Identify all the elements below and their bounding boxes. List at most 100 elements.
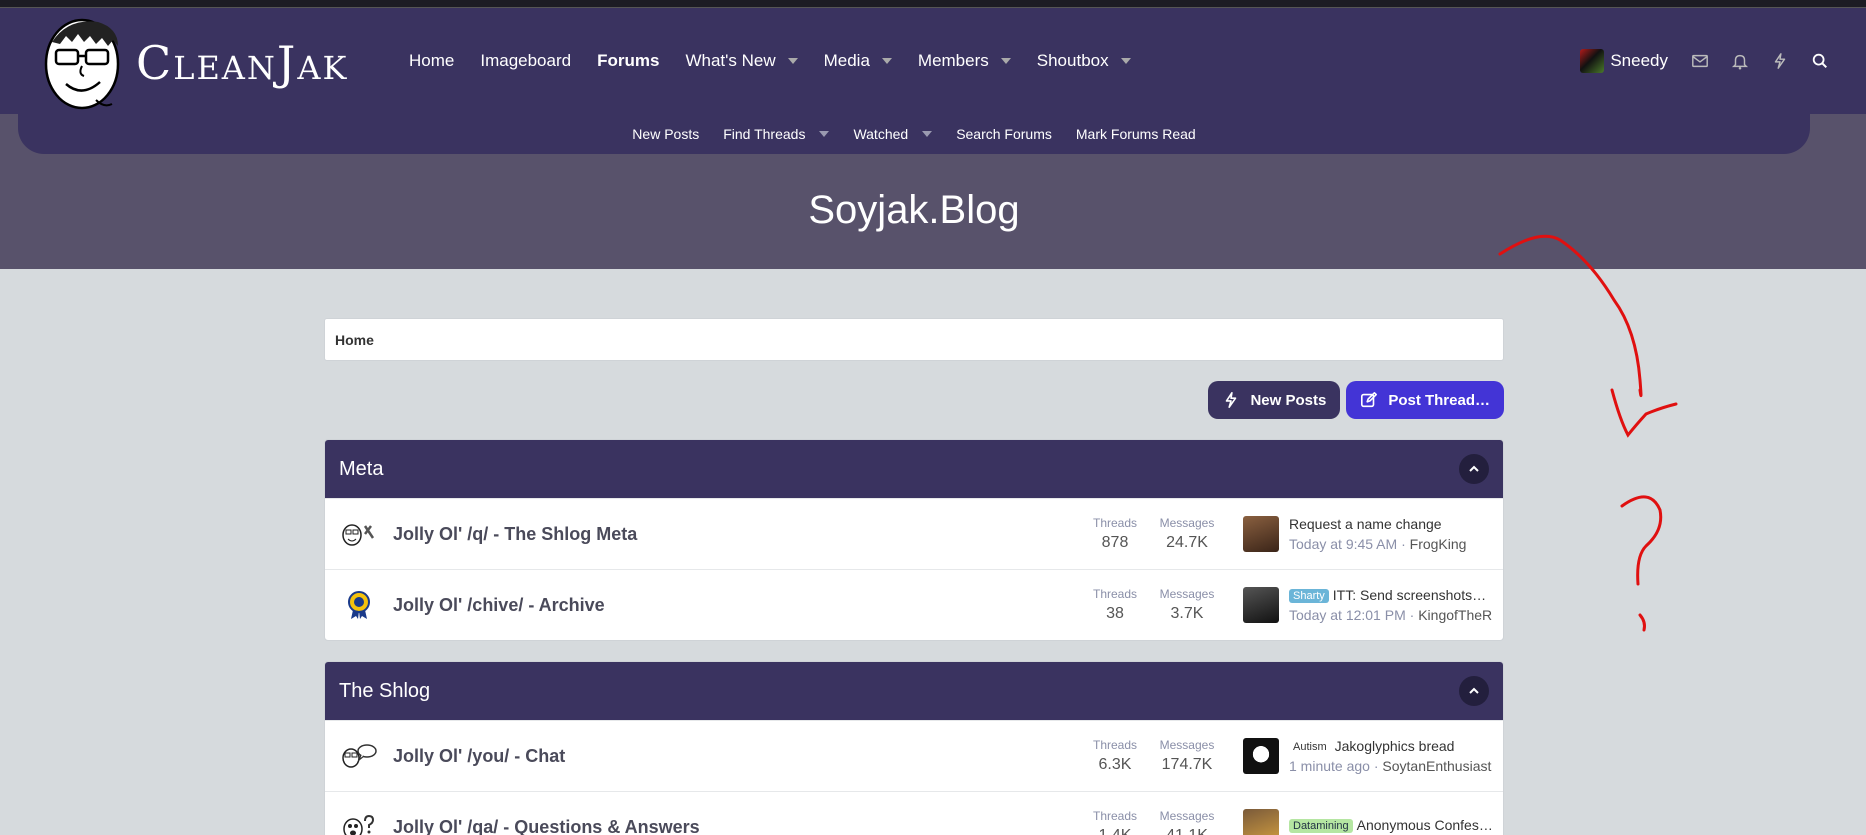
latest-post: Sharty ITT: Send screenshots… Today at 12… bbox=[1243, 587, 1503, 623]
subnav-label: Search Forums bbox=[956, 126, 1052, 142]
forum-title[interactable]: Jolly Ol' /qa/ - Questions & Answers bbox=[393, 817, 1085, 835]
latest-title-text: ITT: Send screenshots… bbox=[1332, 587, 1487, 603]
subnav-find-threads[interactable]: Find Threads bbox=[711, 126, 841, 142]
avatar[interactable] bbox=[1243, 809, 1279, 835]
latest-meta: Today at 9:45 AM · FrogKing bbox=[1289, 536, 1467, 552]
latest-title-text: Request a name change bbox=[1289, 516, 1442, 532]
avatar[interactable] bbox=[1243, 587, 1279, 623]
category-meta: Meta Jolly Ol' /q/ - The Shlog Meta Thre… bbox=[324, 439, 1504, 641]
alerts-button[interactable] bbox=[1720, 41, 1760, 81]
latest-thread-title[interactable]: Request a name change bbox=[1289, 516, 1493, 532]
latest-user[interactable]: KingofTheR bbox=[1418, 607, 1492, 623]
avatar[interactable] bbox=[1243, 738, 1279, 774]
stat-label: Messages bbox=[1159, 738, 1215, 752]
category-header: Meta bbox=[325, 440, 1503, 498]
thread-prefix: Autism bbox=[1289, 740, 1331, 754]
nav-whats-new[interactable]: What's New bbox=[672, 41, 810, 81]
stat-value: 3.7K bbox=[1170, 605, 1204, 622]
question-icon bbox=[339, 813, 379, 835]
bolt-icon bbox=[1226, 391, 1237, 409]
chevron-up-icon bbox=[1469, 687, 1479, 694]
stat-value: 38 bbox=[1106, 605, 1124, 622]
red-annotation-scribble bbox=[1498, 234, 1678, 632]
subnav-label: New Posts bbox=[632, 126, 700, 142]
account-link[interactable]: Sneedy bbox=[1568, 49, 1680, 73]
chevron-down-icon[interactable] bbox=[819, 131, 830, 137]
search-icon bbox=[1812, 53, 1828, 69]
latest-title-text: Anonymous Confes… bbox=[1356, 817, 1493, 833]
ribbon-icon bbox=[339, 590, 379, 620]
nav-label: Shoutbox bbox=[1036, 51, 1109, 70]
stat-label: Threads bbox=[1092, 587, 1138, 601]
collapse-button[interactable] bbox=[1459, 454, 1489, 484]
avatar bbox=[1580, 49, 1605, 73]
page-title: Soyjak.Blog bbox=[808, 188, 1020, 232]
latest-time: Today at 9:45 AM bbox=[1289, 536, 1398, 552]
nav-forums[interactable]: Forums bbox=[584, 41, 672, 81]
collapse-button[interactable] bbox=[1459, 676, 1489, 706]
threads-stat: Threads 6.3K bbox=[1085, 738, 1145, 774]
messages-stat: Messages 41.1K bbox=[1145, 809, 1229, 835]
subnav-label: Find Threads bbox=[723, 126, 806, 142]
category-the-shlog: The Shlog Jolly Ol' /you/ - Chat Threads… bbox=[324, 661, 1504, 835]
latest-post: Autism Jakoglyphics bread 1 minute ago · … bbox=[1243, 738, 1503, 774]
whats-new-button[interactable] bbox=[1760, 41, 1800, 81]
subnav-new-posts[interactable]: New Posts bbox=[620, 126, 711, 142]
latest-thread-title[interactable]: Sharty ITT: Send screenshots… bbox=[1289, 587, 1493, 603]
chevron-down-icon[interactable] bbox=[881, 58, 892, 64]
chevron-down-icon[interactable] bbox=[787, 58, 798, 64]
nav-imageboard[interactable]: Imageboard bbox=[467, 41, 584, 81]
stat-label: Threads bbox=[1092, 516, 1138, 530]
sub-navigation: New Posts Find Threads Watched Search Fo… bbox=[18, 114, 1810, 154]
forum-node: Jolly Ol' /chive/ - Archive Threads 38 M… bbox=[325, 569, 1503, 640]
forum-title[interactable]: Jolly Ol' /you/ - Chat bbox=[393, 746, 1085, 767]
subnav-mark-read[interactable]: Mark Forums Read bbox=[1064, 126, 1208, 142]
forum-actions: New Posts Post Thread… bbox=[324, 381, 1504, 419]
post-thread-button[interactable]: Post Thread… bbox=[1346, 381, 1504, 419]
top-navbar: CleanJak Home Imageboard Forums What's N… bbox=[0, 8, 1866, 114]
chevron-down-icon[interactable] bbox=[1000, 58, 1011, 64]
chevron-down-icon[interactable] bbox=[1120, 58, 1131, 64]
conversations-button[interactable] bbox=[1680, 41, 1720, 81]
nav-home[interactable]: Home bbox=[396, 41, 467, 81]
category-title[interactable]: The Shlog bbox=[339, 680, 430, 703]
latest-meta: 1 minute ago · SoytanEnthusiast bbox=[1289, 758, 1492, 774]
nav-label: What's New bbox=[685, 51, 776, 70]
forum-title[interactable]: Jolly Ol' /chive/ - Archive bbox=[393, 595, 1085, 616]
nav-shoutbox[interactable]: Shoutbox bbox=[1024, 41, 1144, 81]
latest-user[interactable]: SoytanEnthusiast bbox=[1382, 758, 1491, 774]
subnav-watched[interactable]: Watched bbox=[841, 126, 944, 142]
latest-thread-title[interactable]: Autism Jakoglyphics bread bbox=[1289, 738, 1493, 754]
nav-media[interactable]: Media bbox=[811, 41, 905, 81]
latest-title-text: Jakoglyphics bread bbox=[1334, 738, 1455, 754]
latest-thread-title[interactable]: Datamining Anonymous Confes… bbox=[1289, 817, 1493, 833]
chevron-down-icon[interactable] bbox=[922, 131, 933, 137]
threads-stat: Threads 1.4K bbox=[1085, 809, 1145, 835]
site-name: CleanJak bbox=[136, 36, 349, 90]
search-button[interactable] bbox=[1800, 41, 1840, 81]
thread-prefix: Datamining bbox=[1289, 819, 1353, 833]
latest-post: Datamining Anonymous Confes… bbox=[1243, 809, 1503, 835]
username: Sneedy bbox=[1610, 51, 1668, 70]
latest-user[interactable]: FrogKing bbox=[1410, 536, 1467, 552]
site-logo[interactable]: CleanJak bbox=[38, 12, 378, 112]
soyjak-logo-icon bbox=[44, 18, 120, 110]
stat-value: 1.4K bbox=[1085, 827, 1145, 835]
threads-stat: Threads 878 bbox=[1085, 516, 1145, 552]
subnav-label: Mark Forums Read bbox=[1075, 126, 1196, 142]
category-header: The Shlog bbox=[325, 662, 1503, 720]
nav-members[interactable]: Members bbox=[905, 41, 1024, 81]
latest-meta: Today at 12:01 PM · KingofTheR bbox=[1289, 607, 1493, 623]
latest-time: 1 minute ago bbox=[1289, 758, 1370, 774]
stat-label: Messages bbox=[1159, 809, 1215, 823]
messages-stat: Messages 24.7K bbox=[1145, 516, 1229, 552]
forum-node: Jolly Ol' /you/ - Chat Threads 6.3K Mess… bbox=[325, 720, 1503, 791]
latest-time: Today at 12:01 PM bbox=[1289, 607, 1406, 623]
breadcrumb-home[interactable]: Home bbox=[335, 332, 374, 348]
new-posts-button[interactable]: New Posts bbox=[1208, 381, 1341, 419]
chevron-up-icon bbox=[1469, 465, 1479, 472]
avatar[interactable] bbox=[1243, 516, 1279, 552]
category-title[interactable]: Meta bbox=[339, 458, 383, 481]
forum-title[interactable]: Jolly Ol' /q/ - The Shlog Meta bbox=[393, 524, 1085, 545]
subnav-search-forums[interactable]: Search Forums bbox=[944, 126, 1064, 142]
